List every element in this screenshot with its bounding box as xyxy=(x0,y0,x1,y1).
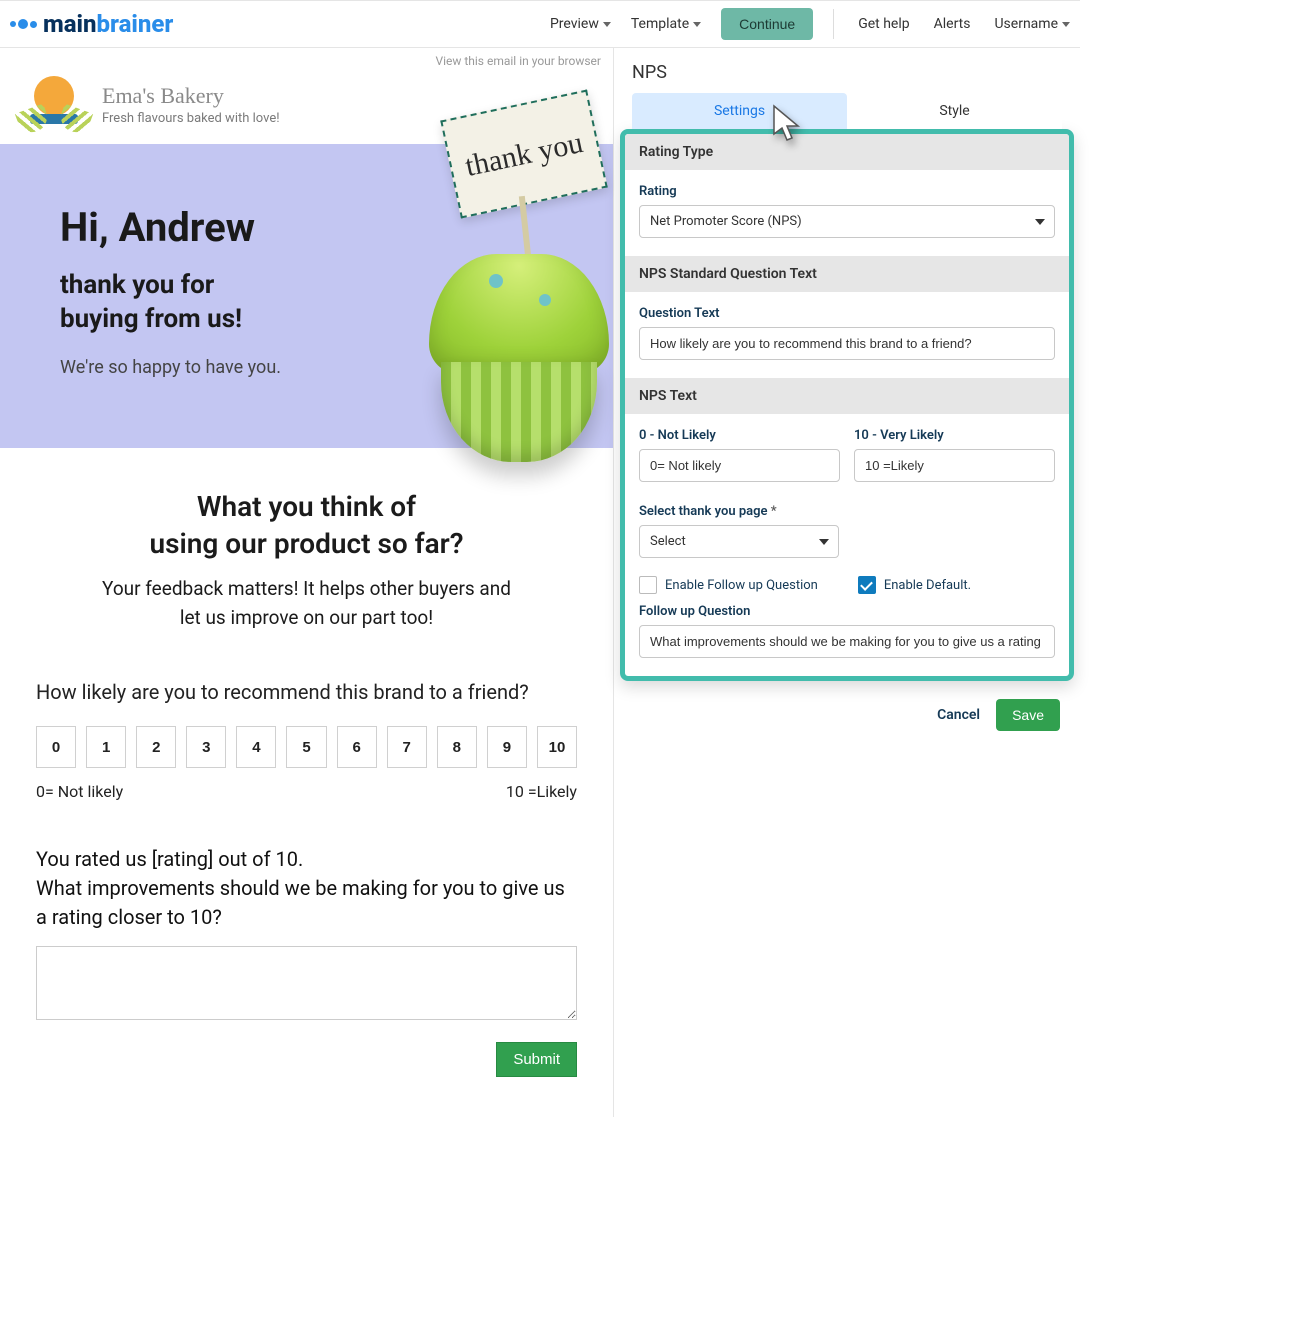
rating-label-low: 0= Not likely xyxy=(36,782,123,801)
logo-dots-icon xyxy=(10,19,37,29)
rating-labels: 0= Not likely 10 =Likely xyxy=(36,782,577,801)
rating-1[interactable]: 1 xyxy=(86,726,126,768)
hero-section: Hi, Andrew thank you for buying from us!… xyxy=(0,144,613,448)
panel-tabs: Settings Style xyxy=(614,93,1080,129)
followup-question-label: Follow up Question xyxy=(639,604,1055,619)
rating-10[interactable]: 10 xyxy=(537,726,577,768)
survey-body: What you think of using our product so f… xyxy=(0,448,613,1118)
alerts-link[interactable]: Alerts xyxy=(934,16,971,32)
rating-row: 0 1 2 3 4 5 6 7 8 9 10 xyxy=(36,726,577,768)
high-input[interactable] xyxy=(854,449,1055,482)
preview-menu[interactable]: Preview xyxy=(550,16,611,32)
brand-name: Ema's Bakery xyxy=(102,83,280,109)
rating-8[interactable]: 8 xyxy=(437,726,477,768)
high-label: 10 - Very Likely xyxy=(854,428,1055,443)
hero-thanks-line1: thank you for xyxy=(60,270,214,300)
section-nps-text: 0 - Not Likely 10 - Very Likely Select t… xyxy=(625,414,1069,676)
continue-button[interactable]: Continue xyxy=(721,8,813,40)
brand-text: Ema's Bakery Fresh flavours baked with l… xyxy=(102,83,280,126)
followup-line2: What improvements should we be making fo… xyxy=(36,876,565,929)
followup-text: You rated us [rating] out of 10. What im… xyxy=(36,845,577,932)
bakery-logo-icon xyxy=(14,74,94,134)
settings-highlight: Rating Type Rating Net Promoter Score (N… xyxy=(620,129,1074,681)
template-label: Template xyxy=(631,16,689,32)
hero-thanks-line2: buying from us! xyxy=(60,304,242,334)
logo-main: main xyxy=(43,10,97,38)
rating-4[interactable]: 4 xyxy=(236,726,276,768)
rating-select-value: Net Promoter Score (NPS) xyxy=(639,205,1055,238)
survey-sub-line1: Your feedback matters! It helps other bu… xyxy=(102,577,511,600)
rating-7[interactable]: 7 xyxy=(387,726,427,768)
logo-brainer: brainer xyxy=(97,10,174,38)
rating-3[interactable]: 3 xyxy=(186,726,226,768)
low-label: 0 - Not Likely xyxy=(639,428,840,443)
thank-label: Select thank you page * xyxy=(639,504,839,519)
checkbox-checked-icon xyxy=(858,576,876,594)
rating-2[interactable]: 2 xyxy=(136,726,176,768)
save-button[interactable]: Save xyxy=(996,699,1060,731)
username-menu[interactable]: Username xyxy=(994,16,1070,32)
logo[interactable]: mainbrainer xyxy=(10,10,173,38)
nps-question: How likely are you to recommend this bra… xyxy=(36,680,577,704)
main-layout: View this email in your browser Ema's Ba… xyxy=(0,48,1080,1117)
view-in-browser-link[interactable]: View this email in your browser xyxy=(0,48,613,68)
thank-select[interactable]: Select xyxy=(639,525,839,558)
chevron-down-icon xyxy=(1062,22,1070,27)
survey-title-line1: What you think of xyxy=(197,490,416,523)
panel-title: NPS xyxy=(614,48,1080,93)
enable-default-checkbox[interactable]: Enable Default. xyxy=(858,576,971,594)
panel-actions: Cancel Save xyxy=(614,681,1080,749)
section-question-header: NPS Standard Question Text xyxy=(625,256,1069,292)
question-text-input[interactable] xyxy=(639,327,1055,360)
chevron-down-icon xyxy=(603,22,611,27)
section-question: Question Text xyxy=(625,292,1069,378)
rating-select[interactable]: Net Promoter Score (NPS) xyxy=(639,205,1055,238)
followup-question-input[interactable] xyxy=(639,625,1055,658)
low-input[interactable] xyxy=(639,449,840,482)
get-help-link[interactable]: Get help xyxy=(858,16,909,32)
rating-6[interactable]: 6 xyxy=(337,726,377,768)
username-label: Username xyxy=(994,16,1058,32)
cancel-button[interactable]: Cancel xyxy=(937,707,980,723)
enable-followup-checkbox[interactable]: Enable Follow up Question xyxy=(639,576,818,594)
followup-line1: You rated us [rating] out of 10. xyxy=(36,847,303,871)
section-nps-text-header: NPS Text xyxy=(625,378,1069,414)
survey-title: What you think of using our product so f… xyxy=(36,488,577,564)
rating-0[interactable]: 0 xyxy=(36,726,76,768)
section-rating-type: Rating Net Promoter Score (NPS) xyxy=(625,170,1069,256)
checkbox-icon xyxy=(639,576,657,594)
preview-label: Preview xyxy=(550,16,599,32)
tab-style[interactable]: Style xyxy=(847,93,1062,129)
survey-subtitle: Your feedback matters! It helps other bu… xyxy=(36,575,577,632)
topbar-right: Get help Alerts Username xyxy=(833,9,1070,39)
followup-textarea[interactable] xyxy=(36,946,577,1020)
survey-title-line2: using our product so far? xyxy=(149,527,463,560)
submit-button[interactable]: Submit xyxy=(496,1042,577,1077)
rating-label-high: 10 =Likely xyxy=(506,782,577,801)
submit-row: Submit xyxy=(36,1042,577,1077)
topbar-center: Preview Template Continue xyxy=(550,8,833,40)
chevron-down-icon xyxy=(693,22,701,27)
rating-label: Rating xyxy=(639,184,1055,199)
cupcake-illustration: thank you xyxy=(409,104,629,484)
question-text-label: Question Text xyxy=(639,306,1055,321)
email-preview: View this email in your browser Ema's Ba… xyxy=(0,48,614,1117)
thank-label-text: Select thank you page xyxy=(639,504,768,519)
settings-panel: NPS Settings Style Rating Type Rating Ne… xyxy=(614,48,1080,1117)
topbar: mainbrainer Preview Template Continue Ge… xyxy=(0,0,1080,48)
tab-settings[interactable]: Settings xyxy=(632,93,847,129)
enable-default-label: Enable Default. xyxy=(884,578,971,593)
rating-5[interactable]: 5 xyxy=(286,726,326,768)
brand-tagline: Fresh flavours baked with love! xyxy=(102,111,280,126)
survey-sub-line2: let us improve on our part too! xyxy=(180,606,433,629)
template-menu[interactable]: Template xyxy=(631,16,701,32)
section-rating-type-header: Rating Type xyxy=(625,134,1069,170)
thank-select-value: Select xyxy=(639,525,839,558)
enable-followup-label: Enable Follow up Question xyxy=(665,578,818,593)
rating-9[interactable]: 9 xyxy=(487,726,527,768)
